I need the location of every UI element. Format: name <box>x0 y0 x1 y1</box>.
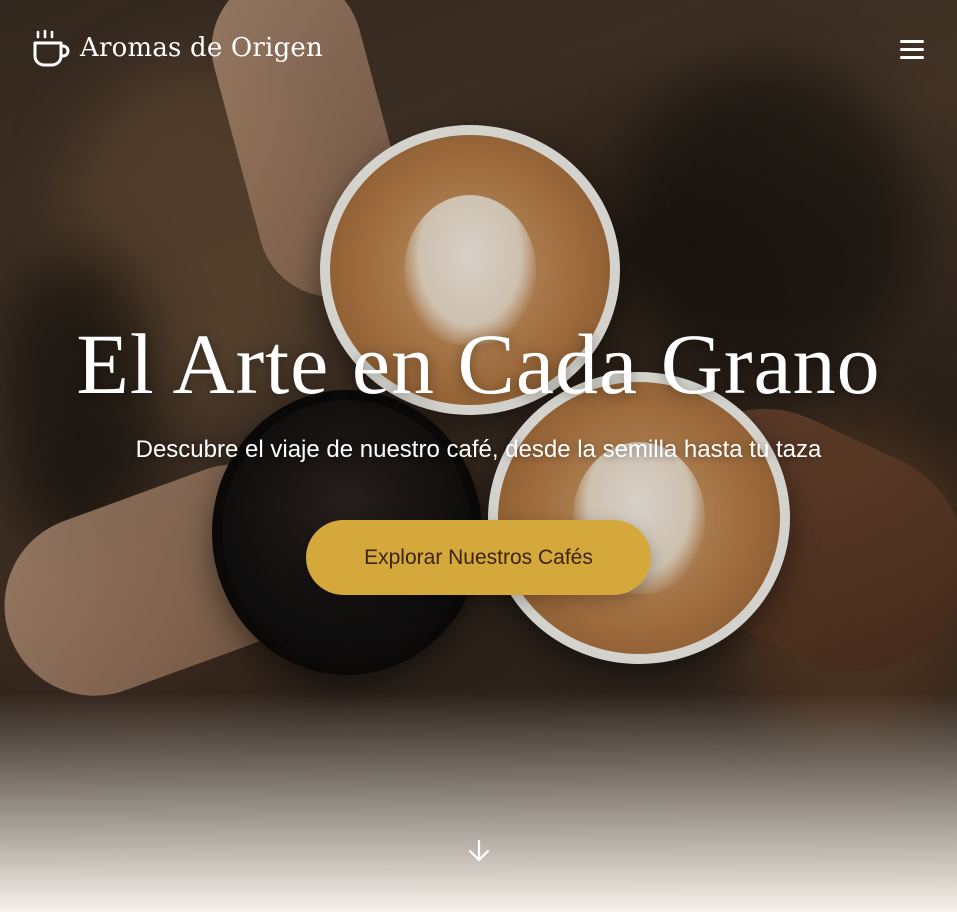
brand-logo[interactable]: Aromas de Origen <box>32 28 323 68</box>
explore-coffees-button[interactable]: Explorar Nuestros Cafés <box>306 520 651 595</box>
hero-title: El Arte en Cada Grano <box>76 316 881 412</box>
hero-section: Aromas de Origen El Arte en Cada Grano D… <box>0 0 957 912</box>
menu-line <box>900 40 924 43</box>
menu-line <box>900 48 924 51</box>
menu-line <box>900 56 924 59</box>
brand-name: Aromas de Origen <box>80 33 323 63</box>
arrow-down-icon[interactable] <box>467 838 491 864</box>
coffee-cup-icon <box>33 29 70 67</box>
hamburger-menu-icon[interactable] <box>900 38 924 60</box>
bottom-fade <box>0 692 957 912</box>
hero-subtitle: Descubre el viaje de nuestro café, desde… <box>135 436 822 463</box>
